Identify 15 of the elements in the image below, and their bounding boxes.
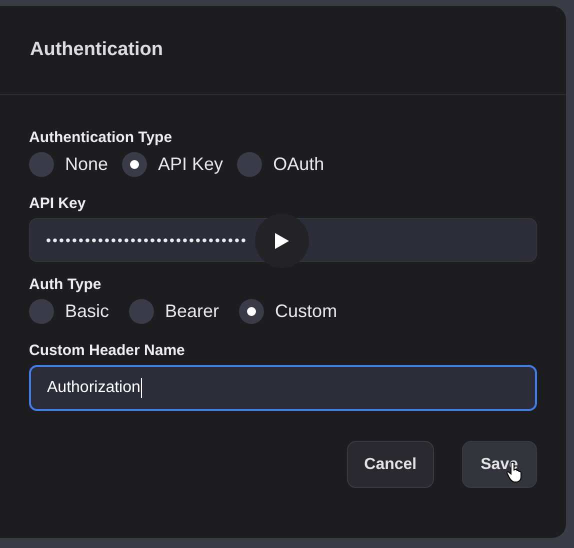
radio-option[interactable]: Custom — [239, 299, 338, 324]
radio-option[interactable]: None — [29, 152, 108, 177]
input-field[interactable]: ••••••••••••••••••••••••••••••• — [29, 218, 537, 262]
radio-option[interactable]: Bearer — [129, 299, 220, 324]
field-label: Custom Header Name — [29, 342, 186, 359]
play-icon — [274, 232, 290, 250]
dialog-title: Authentication — [30, 39, 163, 61]
radio-option[interactable]: Basic — [29, 299, 110, 324]
dialog-button[interactable]: Cancel — [347, 441, 434, 488]
field-label: Authentication Type — [29, 129, 174, 146]
radio-option[interactable]: OAuth — [237, 152, 324, 177]
radio-option[interactable]: API Key — [122, 152, 224, 177]
input-field[interactable]: Authorization — [29, 365, 537, 411]
field-label: Auth Type — [29, 276, 102, 293]
field-label: API Key — [29, 195, 87, 212]
